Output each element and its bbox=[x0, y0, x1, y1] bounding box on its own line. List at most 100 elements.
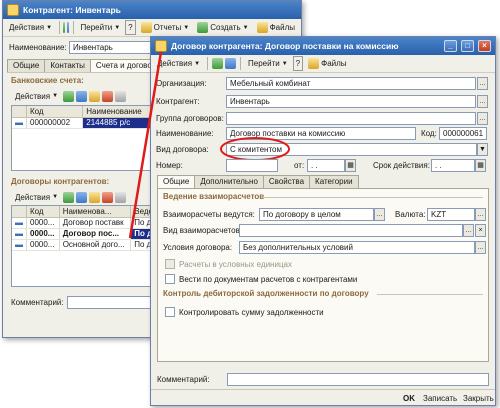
reports-menu[interactable]: Отчеты ▼ bbox=[138, 20, 193, 35]
close-button[interactable]: × bbox=[478, 40, 491, 52]
bank-actions-label: Действия bbox=[15, 91, 51, 101]
select-button[interactable]: … bbox=[374, 208, 385, 221]
column-header-name[interactable]: Наименование bbox=[82, 106, 158, 118]
from-date-field[interactable]: . . bbox=[307, 159, 345, 172]
contractor-field[interactable]: Инвентарь bbox=[226, 95, 476, 108]
select-button[interactable]: … bbox=[477, 95, 488, 108]
tab-contacts[interactable]: Контакты bbox=[44, 59, 91, 72]
bank-toolbar: Действия ▼ bbox=[9, 87, 159, 105]
go-label: Перейти bbox=[80, 23, 113, 32]
settlement-label: Взаиморасчеты ведутся: bbox=[163, 210, 255, 219]
files-icon bbox=[256, 22, 268, 33]
table-cell: 000000002 bbox=[26, 117, 84, 129]
validity-date-field[interactable]: . . bbox=[431, 159, 475, 172]
actions-menu[interactable]: Действия ▼ bbox=[154, 56, 203, 71]
chevron-down-icon: ▼ bbox=[281, 60, 288, 67]
contracts-actions-label: Действия bbox=[15, 192, 51, 202]
column-header-code[interactable]: Код bbox=[26, 106, 84, 118]
add-icon[interactable] bbox=[63, 191, 75, 203]
divider bbox=[240, 57, 242, 70]
currency-field[interactable]: KZT bbox=[427, 208, 475, 221]
code-field[interactable]: 000000061 bbox=[439, 127, 487, 140]
contracts-actions-menu[interactable]: Действия ▼ bbox=[12, 190, 61, 205]
go-menu[interactable]: Перейти ▼ bbox=[245, 56, 291, 71]
clear-icon[interactable]: × bbox=[475, 224, 486, 237]
contract-titlebar[interactable]: Договор контрагента: Договор поставки на… bbox=[151, 37, 495, 55]
refresh-icon[interactable] bbox=[225, 58, 237, 69]
validity-label: Срок действия: bbox=[373, 161, 430, 170]
docs-checkbox[interactable] bbox=[165, 274, 175, 284]
filter-icon[interactable] bbox=[115, 90, 127, 102]
refresh-icon[interactable] bbox=[67, 22, 70, 33]
add-icon[interactable] bbox=[63, 90, 75, 102]
delete-icon[interactable] bbox=[102, 90, 114, 102]
units-checkbox[interactable] bbox=[165, 259, 175, 269]
close-form-button[interactable]: Закрыть bbox=[463, 394, 494, 403]
conditions-select[interactable]: Без дополнительных условий bbox=[239, 241, 475, 254]
maximize-button[interactable]: □ bbox=[461, 40, 474, 52]
comment-field[interactable] bbox=[227, 373, 489, 386]
chevron-down-icon: ▼ bbox=[114, 24, 121, 31]
organization-field[interactable]: Мебельный комбинат bbox=[226, 77, 476, 90]
copy-icon[interactable] bbox=[76, 191, 88, 203]
tab-general[interactable]: Общие bbox=[157, 175, 196, 189]
select-button[interactable]: … bbox=[477, 77, 488, 90]
code-label: Код: bbox=[421, 129, 437, 138]
calendar-icon[interactable]: ▦ bbox=[475, 159, 486, 172]
delete-icon[interactable] bbox=[102, 191, 114, 203]
actions-menu[interactable]: Действия ▼ bbox=[6, 20, 55, 35]
help-button[interactable]: ? bbox=[125, 20, 136, 35]
select-button[interactable]: … bbox=[463, 224, 474, 237]
tab-categories[interactable]: Категории bbox=[309, 175, 359, 188]
help-button[interactable]: ? bbox=[292, 56, 304, 71]
go-menu[interactable]: Перейти ▼ bbox=[78, 20, 124, 35]
column-header-code[interactable]: Код bbox=[26, 206, 60, 218]
settlement-kind-field[interactable] bbox=[239, 224, 463, 237]
chevron-down-icon[interactable]: ▼ bbox=[477, 143, 488, 156]
actions-label: Действия bbox=[157, 59, 193, 68]
files-button[interactable]: Файлы bbox=[305, 56, 349, 71]
select-button[interactable]: … bbox=[475, 241, 486, 254]
row-marker-icon: ▬ bbox=[12, 239, 27, 251]
filter-icon[interactable] bbox=[115, 191, 127, 203]
chevron-down-icon: ▼ bbox=[52, 93, 59, 99]
contracts-table[interactable]: Код Наименова... Веде ▬ 0000... Договор … bbox=[11, 205, 159, 287]
contractor-toolbar: Действия ▼ Перейти ▼ ? Отчеты ▼ Создать ▼ Фа… bbox=[3, 19, 301, 37]
bank-accounts-table[interactable]: Код Наименование ▬ 000000002 2144885 р/с bbox=[11, 105, 159, 171]
save-icon[interactable] bbox=[63, 22, 66, 33]
minimize-button[interactable]: _ bbox=[444, 40, 457, 52]
ok-button[interactable]: OK bbox=[403, 394, 415, 403]
write-button[interactable]: Записать bbox=[423, 394, 457, 403]
tab-properties[interactable]: Свойства bbox=[262, 175, 311, 188]
comment-field[interactable] bbox=[67, 296, 159, 309]
help-label: ? bbox=[295, 59, 301, 68]
files-icon bbox=[308, 58, 320, 69]
bank-accounts-heading: Банковские счета: bbox=[11, 76, 84, 85]
save-icon[interactable] bbox=[212, 58, 224, 69]
create-menu[interactable]: Создать ▼ bbox=[194, 20, 251, 35]
settlement-heading: Ведение взаиморасчетов bbox=[163, 192, 265, 201]
contract-toolbar: Действия ▼ Перейти ▼ ? Файлы bbox=[151, 55, 495, 73]
bank-actions-menu[interactable]: Действия ▼ bbox=[12, 89, 61, 104]
table-row[interactable]: ▬ 0000... Договор пос... По д bbox=[12, 228, 158, 240]
number-field[interactable] bbox=[226, 159, 278, 172]
table-row[interactable]: ▬ 0000... Договор поставк По д bbox=[12, 217, 158, 229]
column-header-name[interactable]: Наименова... bbox=[59, 206, 132, 218]
contractor-titlebar[interactable]: Контрагент: Инвентарь bbox=[3, 1, 301, 19]
files-button[interactable]: Файлы bbox=[254, 20, 298, 35]
tab-additional[interactable]: Дополнительно bbox=[194, 175, 264, 188]
name-field[interactable]: Инвентарь bbox=[69, 41, 159, 54]
folder-icon[interactable] bbox=[89, 191, 101, 203]
table-row[interactable]: ▬ 000000002 2144885 р/с bbox=[12, 117, 158, 129]
settlement-select[interactable]: По договору в целом bbox=[259, 208, 374, 221]
contract-group-field[interactable] bbox=[226, 112, 476, 125]
select-button[interactable]: … bbox=[475, 208, 486, 221]
calendar-icon[interactable]: ▦ bbox=[345, 159, 356, 172]
tab-general[interactable]: Общие bbox=[7, 59, 46, 72]
control-checkbox[interactable] bbox=[165, 307, 175, 317]
table-row[interactable]: ▬ 0000... Основной дого... По д bbox=[12, 239, 158, 251]
copy-icon[interactable] bbox=[76, 90, 88, 102]
select-button[interactable]: … bbox=[477, 112, 488, 125]
settlement-kind-label: Вид взаиморасчетов: bbox=[163, 226, 243, 235]
edit-icon[interactable] bbox=[89, 90, 101, 102]
